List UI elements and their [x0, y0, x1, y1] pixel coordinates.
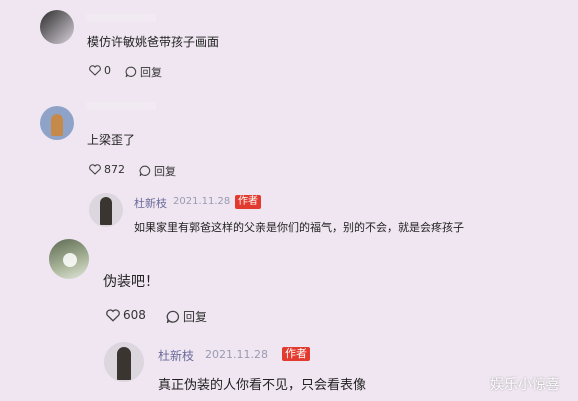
comment-text: 上梁歪了 — [87, 133, 136, 147]
like-button[interactable]: 608 — [106, 308, 146, 322]
watermark: 娱乐小惊喜 — [490, 377, 560, 393]
reply-button[interactable]: 回复 — [139, 163, 176, 179]
comment-bubble-icon — [139, 165, 151, 177]
reply-button[interactable]: 回复 — [125, 64, 162, 80]
like-count: 608 — [123, 308, 146, 322]
comment-bubble-icon — [166, 310, 180, 323]
comment-text: 伪装吧！ — [103, 274, 159, 290]
avatar[interactable] — [49, 239, 89, 279]
author-name[interactable]: 杜新枝 — [134, 195, 167, 211]
author-badge: 作者 — [282, 347, 310, 361]
reply-label: 回复 — [140, 66, 162, 79]
heart-icon — [106, 308, 120, 322]
like-count: 0 — [104, 64, 111, 77]
author-avatar[interactable] — [104, 342, 144, 382]
reply-button[interactable]: 回复 — [166, 308, 207, 325]
author-name[interactable]: 杜新枝 — [158, 347, 194, 364]
author-avatar[interactable] — [89, 193, 123, 227]
reply-text: 如果家里有郭爸这样的父亲是你们的福气，别的不会，就是会疼孩子 — [134, 221, 464, 234]
comment-text: 模仿许敏姚爸带孩子画面 — [87, 35, 220, 49]
heart-icon — [89, 164, 101, 175]
like-count: 872 — [104, 163, 125, 176]
author-badge: 作者 — [235, 195, 261, 209]
reply-label: 回复 — [154, 165, 176, 178]
reply-date: 2021.11.28 — [173, 196, 231, 207]
avatar[interactable] — [40, 106, 74, 140]
reply-date: 2021.11.28 — [205, 348, 268, 361]
avatar-figure — [63, 253, 77, 267]
reply-text: 真正伪装的人你看不见，只会看表像 — [158, 378, 367, 393]
avatar-figure — [117, 347, 131, 380]
avatar-figure — [100, 197, 112, 225]
like-button[interactable]: 0 — [89, 64, 111, 77]
heart-icon — [89, 65, 101, 76]
avatar-figure — [51, 114, 63, 136]
avatar[interactable] — [40, 10, 74, 44]
username-redacted — [86, 102, 156, 110]
reply-label: 回复 — [183, 310, 208, 324]
username-redacted — [86, 14, 156, 22]
comment-bubble-icon — [125, 66, 137, 78]
like-button[interactable]: 872 — [89, 163, 125, 176]
